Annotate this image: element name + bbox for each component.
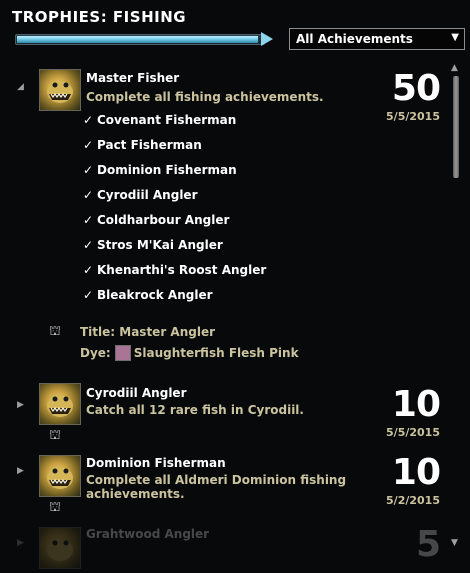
progress-fill (17, 36, 258, 43)
sub-achievement-item: ✓ Covenant Fisherman (83, 113, 237, 127)
check-icon: ✓ (83, 163, 94, 177)
expand-arrow-icon[interactable]: ▶ (17, 400, 24, 410)
check-icon: ✓ (83, 138, 94, 152)
check-icon: ✓ (83, 188, 94, 202)
achievement-date: 5/5/2015 (386, 110, 440, 123)
achievement-points: 50 (391, 68, 441, 109)
reward-icon: ⛫ (49, 324, 61, 339)
reward-icon: ⛫ (49, 500, 61, 515)
achievement-points: 5 (415, 524, 441, 565)
expand-arrow-icon[interactable]: ▶ (17, 538, 24, 548)
progress-tip-icon (261, 32, 273, 46)
achievement-name: Master Fisher (86, 71, 180, 85)
achievement-name: Cyrodiil Angler (86, 386, 187, 400)
achievement-filter-dropdown[interactable]: All Achievements ▼ (289, 28, 465, 50)
sub-achievement-item: ✓ Bleakrock Angler (83, 288, 213, 302)
check-icon: ✓ (83, 213, 94, 227)
progress-track (15, 34, 265, 45)
achievement-list: ◢ Master Fisher Complete all fishing ach… (0, 62, 470, 573)
scroll-down-icon[interactable]: ▼ (451, 538, 458, 548)
fish-achievement-icon (39, 69, 81, 111)
sub-achievement-item: ✓ Cyrodiil Angler (83, 188, 198, 202)
achievement-points: 10 (391, 384, 441, 425)
fish-achievement-icon (39, 383, 81, 425)
expand-arrow-icon[interactable]: ▶ (17, 466, 24, 476)
collapse-arrow-icon[interactable]: ◢ (17, 82, 24, 92)
achievement-date: 5/2/2015 (386, 494, 440, 507)
scrollbar-thumb[interactable] (453, 76, 459, 178)
sub-achievement-item: ✓ Khenarthi's Roost Angler (83, 263, 267, 277)
reward-dye-name: Slaughterfish Flesh Pink (133, 346, 299, 360)
fish-achievement-icon (39, 455, 81, 497)
achievement-name: Grahtwood Angler (86, 527, 210, 541)
sub-achievement-item: ✓ Dominion Fisherman (83, 163, 237, 177)
sub-achievement-item: ✓ Stros M'Kai Angler (83, 238, 223, 252)
check-icon: ✓ (83, 263, 94, 277)
filter-selected-value: All Achievements (296, 32, 413, 46)
achievement-description: Complete all fishing achievements. (86, 90, 324, 104)
reward-icon: ⛫ (49, 428, 61, 443)
achievement-description: Catch all 12 rare fish in Cyrodiil. (86, 403, 304, 417)
scroll-up-icon[interactable]: ▲ (451, 63, 458, 73)
achievement-name: Dominion Fisherman (86, 456, 226, 470)
achievement-points: 10 (391, 452, 441, 493)
fish-achievement-icon (39, 527, 81, 569)
reward-dye-label: Dye: (80, 346, 111, 360)
dye-swatch (114, 345, 131, 361)
page-title: TROPHIES: FISHING (12, 8, 187, 26)
chevron-down-icon: ▼ (451, 32, 459, 43)
reward-title: Title: Master Angler (80, 325, 216, 339)
reward-dye: Dye: Slaughterfish Flesh Pink (80, 345, 299, 361)
achievement-date: 5/5/2015 (386, 426, 440, 439)
check-icon: ✓ (83, 113, 94, 127)
sub-achievement-item: ✓ Pact Fisherman (83, 138, 202, 152)
sub-achievement-item: ✓ Coldharbour Angler (83, 213, 230, 227)
check-icon: ✓ (83, 288, 94, 302)
check-icon: ✓ (83, 238, 94, 252)
progress-bar (15, 32, 273, 47)
